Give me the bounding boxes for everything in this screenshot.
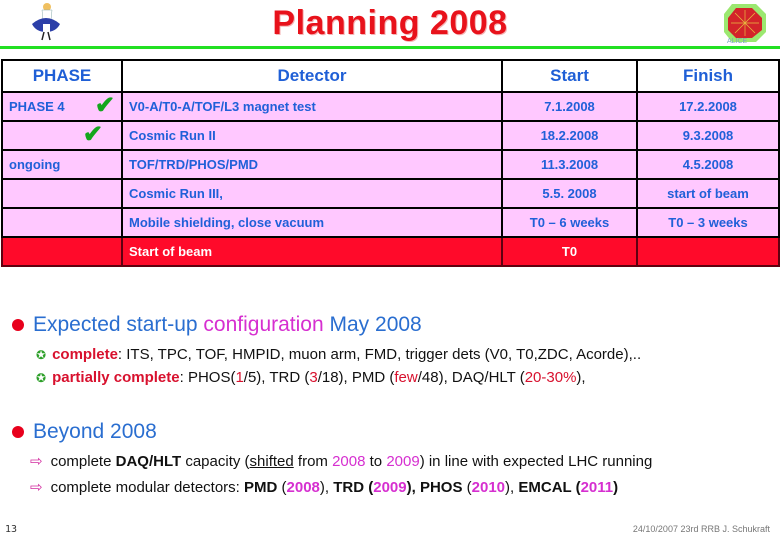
complete-label: complete [52, 346, 118, 363]
text: ( [462, 478, 472, 496]
section-heading-beyond: Beyond 2008 [12, 420, 157, 444]
year-highlight: 2010 [471, 478, 506, 496]
header-phase: PHASE [1, 59, 123, 93]
finish-cell [636, 236, 780, 267]
table-row: ongoing TOF/TRD/PHOS/PMD 11.3.2008 4.5.2… [1, 149, 780, 180]
title-divider [0, 46, 780, 49]
table-row: PHASE 4 ✔ V0-A/T0-A/TOF/L3 magnet test 7… [1, 91, 780, 122]
table-header-row: PHASE Detector Start Finish [1, 59, 780, 93]
table-row: ✔ Cosmic Run II 18.2.2008 9.3.2008 [1, 120, 780, 151]
text: /48), DAQ/HLT ( [417, 369, 525, 386]
bold-text: PMD [244, 478, 278, 496]
year-highlight: 2011 [580, 478, 614, 496]
complete-line: ✪ complete : ITS, TPC, TOF, HMPID, muon … [36, 346, 641, 363]
footer-text: 24/10/2007 23rd RRB J. Schukraft [632, 524, 770, 534]
highlight: few [394, 369, 418, 386]
text: /18), PMD ( [317, 369, 395, 386]
text: : PHOS( [179, 369, 236, 386]
bold-text: DAQ/HLT [115, 452, 182, 470]
complete-text: : ITS, TPC, TOF, HMPID, muon arm, FMD, t… [117, 346, 642, 363]
slide-title: Planning 2008 [272, 4, 508, 42]
year-highlight: 2009 [386, 452, 420, 470]
bold-text: ), PHOS [406, 478, 463, 496]
year-highlight: 2008 [332, 452, 366, 470]
header-finish: Finish [636, 59, 780, 93]
phase-cell: ✔ [1, 120, 123, 151]
phase-status: ongoing [9, 157, 61, 172]
text: /5), TRD ( [243, 369, 310, 386]
partial-label: partially complete [52, 369, 180, 386]
year-highlight: 2008 [286, 478, 320, 496]
table-row: Mobile shielding, close vacuum T0 – 6 we… [1, 207, 780, 238]
start-cell: 7.1.2008 [501, 91, 638, 122]
text: to [365, 452, 387, 470]
table-row-start-of-beam: Start of beam T0 [1, 236, 780, 267]
highlight: 20-30% [524, 369, 577, 386]
heading-part: May 2008 [323, 313, 422, 336]
beyond-line-1: ⇨ complete DAQ/HLT capacity ( shifted fr… [30, 452, 653, 471]
text: ), [576, 369, 586, 386]
text: from [293, 452, 333, 470]
arrow-bullet-icon: ⇨ [30, 479, 43, 496]
bullet-dot-icon [12, 319, 24, 331]
start-cell: 5.5. 2008 [501, 178, 638, 209]
arrow-bullet-icon: ⇨ [30, 453, 43, 470]
start-cell: T0 – 6 weeks [501, 207, 638, 238]
planning-table: PHASE Detector Start Finish PHASE 4 ✔ V0… [1, 59, 780, 267]
beyond-line-2: ⇨ complete modular detectors: PMD ( 2008… [30, 478, 619, 497]
checkmark-icon: ✔ [82, 121, 103, 148]
start-cell: 11.3.2008 [501, 149, 638, 180]
bold-text: EMCAL ( [518, 478, 581, 496]
detector-cell: TOF/TRD/PHOS/PMD [121, 149, 503, 180]
bullet-dot-icon [12, 426, 24, 438]
phase-cell [1, 178, 123, 209]
text: complete [50, 452, 116, 470]
header-detector: Detector [121, 59, 503, 93]
detector-cell: Mobile shielding, close vacuum [121, 207, 503, 238]
finish-cell: 4.5.2008 [636, 149, 780, 180]
bold-text: ) [613, 478, 619, 496]
start-cell: T0 [501, 236, 638, 267]
finish-cell: T0 – 3 weeks [636, 207, 780, 238]
detector-cell: Cosmic Run III, [121, 178, 503, 209]
page-number: 13 [5, 524, 18, 535]
star-bullet-icon: ✪ [36, 370, 47, 385]
heading-highlight: configuration [203, 313, 324, 336]
finish-cell: 9.3.2008 [636, 120, 780, 151]
text: ), [505, 478, 519, 496]
section-heading-startup: Expected start-up configuration May 2008 [12, 313, 422, 337]
heading-part: Expected start-up [33, 313, 204, 336]
highlight: 3 [309, 369, 318, 386]
underlined-text: shifted [249, 452, 294, 470]
star-bullet-icon: ✪ [36, 347, 47, 362]
heading-text: Beyond 2008 [33, 420, 157, 443]
finish-cell: 17.2.2008 [636, 91, 780, 122]
checkmark-icon: ✔ [94, 92, 115, 119]
finish-cell: start of beam [636, 178, 780, 209]
text: ), [319, 478, 334, 496]
text: ) in line with expected LHC running [419, 452, 653, 470]
phase-label: PHASE 4 [9, 99, 65, 114]
phase-cell: PHASE 4 ✔ [1, 91, 123, 122]
bold-text: TRD ( [333, 478, 374, 496]
phase-cell [1, 236, 123, 267]
text: capacity ( [181, 452, 250, 470]
detector-cell: V0-A/T0-A/TOF/L3 magnet test [121, 91, 503, 122]
year-highlight: 2009 [373, 478, 407, 496]
table-row: Cosmic Run III, 5.5. 2008 start of beam [1, 178, 780, 209]
text: complete modular detectors: [50, 478, 245, 496]
phase-cell [1, 207, 123, 238]
start-cell: 18.2.2008 [501, 120, 638, 151]
phase-cell: ongoing [1, 149, 123, 180]
detector-cell: Start of beam [121, 236, 503, 267]
detector-cell: Cosmic Run II [121, 120, 503, 151]
highlight: 1 [235, 369, 244, 386]
text: ( [277, 478, 287, 496]
header-start: Start [501, 59, 638, 93]
partial-line: ✪ partially complete : PHOS( 1 /5), TRD … [36, 369, 586, 386]
